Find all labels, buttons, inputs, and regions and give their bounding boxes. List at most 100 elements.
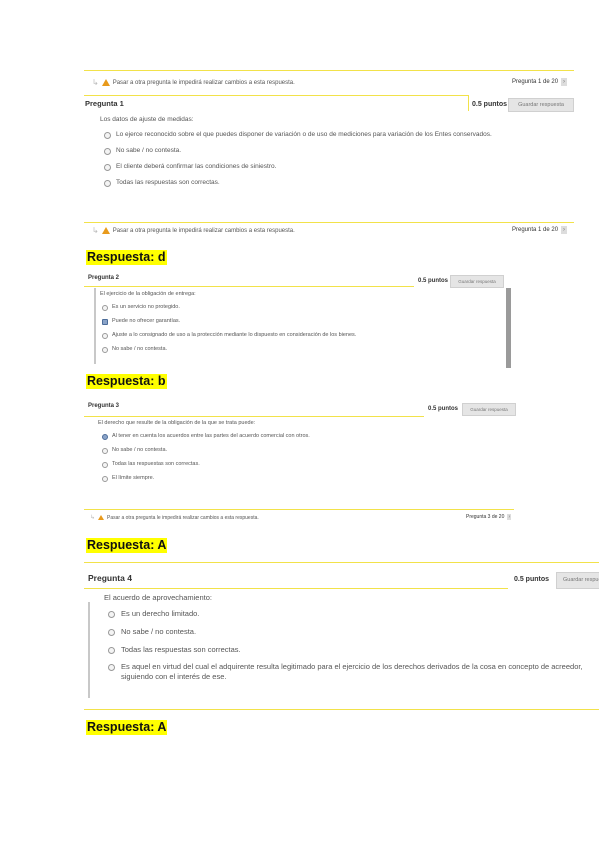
answer-3: Respuesta: A (86, 538, 168, 553)
radio-button[interactable] (102, 476, 108, 482)
bottom-border (84, 709, 599, 710)
points-label: 0.5 puntos (514, 576, 550, 583)
divider-vertical (468, 95, 469, 111)
option-d[interactable]: El límite siempre. (102, 475, 154, 482)
save-answer-button[interactable]: Guardar respuesta (450, 275, 504, 288)
next-icon[interactable]: › (561, 78, 568, 86)
scrollbar[interactable] (506, 288, 511, 368)
option-label: Es un servicio no protegido. (112, 304, 180, 310)
option-label: Al tener en cuenta los acuerdos entre la… (112, 433, 310, 439)
option-label: No sabe / no contesta. (112, 447, 168, 453)
question-text: Los datos de ajuste de medidas: (100, 116, 194, 123)
radio-button[interactable] (102, 462, 108, 468)
points-label: 0.5 puntos (472, 101, 508, 108)
pager-text: Pregunta 3 de 20 (466, 514, 505, 520)
question-title: Pregunta 4 (88, 573, 132, 583)
save-answer-button[interactable]: Guardar respuesta (462, 403, 516, 416)
option-b[interactable]: No sabe / no contesta. (104, 147, 181, 155)
bottom-divider (84, 509, 514, 510)
option-a[interactable]: Es un derecho limitado. (108, 609, 199, 618)
radio-button[interactable] (108, 664, 115, 671)
option-a[interactable]: Lo ejerce reconocido sobre el que puedes… (104, 131, 492, 139)
question-text: El ejercicio de la obligación de entrega… (100, 291, 196, 297)
nav-warning: ↳ Pasar a otra pregunta le impedirá real… (90, 514, 259, 522)
question-4-panel: Pregunta 4 0.5 puntos Guardar respuesta … (84, 562, 599, 710)
option-b[interactable]: No sabe / no contesta. (102, 447, 167, 454)
radio-button[interactable] (102, 333, 108, 339)
option-d[interactable]: No sabe / no contesta. (102, 346, 167, 353)
option-label: No sabe / no contesta. (112, 346, 168, 352)
left-rule (88, 602, 90, 698)
option-label: Lo ejerce reconocido sobre el que puedes… (116, 131, 492, 138)
option-label: Es un derecho limitado. (121, 609, 200, 618)
warning-icon (101, 227, 110, 234)
divider (84, 95, 468, 96)
radio-button[interactable] (104, 148, 111, 155)
option-d[interactable]: Todas las respuestas son correctas. (104, 179, 220, 187)
divider (84, 286, 414, 287)
nav-warning-bottom: ↳ Pasar a otra pregunta le impedirá real… (92, 226, 295, 235)
answer-4: Respuesta: A (86, 720, 168, 735)
save-answer-button[interactable]: Guardar respuesta (556, 572, 599, 589)
pager: Pregunta 3 de 20 › (466, 514, 512, 520)
option-label: No sabe / no contesta. (116, 147, 182, 154)
option-label: Puede no ofrecer garantías. (112, 318, 181, 324)
radio-button[interactable] (108, 629, 115, 636)
option-label: Todas las respuestas son correctas. (112, 461, 200, 467)
radio-button[interactable] (102, 448, 108, 454)
selected-radio-button[interactable] (102, 319, 108, 325)
option-label: El cliente deberá confirmar las condicio… (116, 163, 277, 170)
next-icon[interactable]: › (507, 514, 512, 520)
pager-text: Pregunta 1 de 20 (512, 79, 559, 85)
radio-button[interactable] (108, 611, 115, 618)
question-title: Pregunta 2 (88, 275, 120, 281)
pager-bottom: Pregunta 1 de 20 › (512, 226, 568, 234)
radio-button[interactable] (102, 305, 108, 311)
nav-warning-text: Pasar a otra pregunta le impedirá realiz… (107, 514, 259, 521)
warning-icon (101, 79, 110, 86)
option-label: Ajuste a lo consignado de uso a la prote… (112, 332, 357, 338)
radio-button[interactable] (104, 180, 111, 187)
top-border (84, 562, 599, 563)
option-a[interactable]: Al tener en cuenta los acuerdos entre la… (102, 433, 310, 440)
pager-text: Pregunta 1 de 20 (512, 227, 559, 233)
next-icon[interactable]: › (561, 226, 568, 234)
nav-warning-text: Pasar a otra pregunta le impedirá realiz… (112, 227, 295, 234)
option-d[interactable]: Es aquel en virtud del cual el adquirent… (108, 662, 584, 682)
points-label: 0.5 puntos (418, 278, 449, 284)
radio-button[interactable] (104, 164, 111, 171)
divider (84, 416, 424, 417)
question-title: Pregunta 1 (85, 99, 124, 108)
option-label: No sabe / no contesta. (121, 627, 197, 636)
question-text: El derecho que resulte de la obligación … (98, 420, 256, 426)
arrow-icon: ↳ (90, 515, 96, 521)
radio-button[interactable] (108, 647, 115, 654)
question-1-panel: ↳ Pasar a otra pregunta le impedirá real… (84, 70, 574, 242)
option-b[interactable]: Puede no ofrecer garantías. (102, 318, 180, 325)
question-2-panel: Pregunta 2 0.5 puntos Guardar respuesta … (84, 271, 514, 369)
nav-warning: ↳ Pasar a otra pregunta le impedirá real… (92, 78, 295, 87)
answer-1: Respuesta: d (86, 250, 167, 265)
arrow-icon: ↳ (92, 226, 99, 235)
option-c[interactable]: El cliente deberá confirmar las condicio… (104, 163, 276, 171)
option-label: Es aquel en virtud del cual el adquirent… (121, 662, 583, 681)
divider (84, 588, 508, 589)
option-label: Todas las respuestas son correctas. (121, 645, 241, 654)
radio-button[interactable] (104, 132, 111, 139)
question-3-panel: Pregunta 3 0.5 puntos Guardar respuesta … (84, 397, 516, 527)
bottom-divider (84, 222, 574, 223)
option-a[interactable]: Es un servicio no protegido. (102, 304, 180, 311)
save-answer-button[interactable]: Guardar respuesta (508, 98, 574, 112)
selected-radio-button[interactable] (102, 434, 108, 440)
pager: Pregunta 1 de 20 › (512, 78, 568, 86)
option-c[interactable]: Todas las respuestas son correctas. (102, 461, 200, 468)
nav-warning-text: Pasar a otra pregunta le impedirá realiz… (112, 79, 295, 86)
option-c[interactable]: Ajuste a lo consignado de uso a la prote… (102, 332, 356, 339)
option-c[interactable]: Todas las respuestas son correctas. (108, 645, 241, 654)
option-b[interactable]: No sabe / no contesta. (108, 627, 196, 636)
option-label: Todas las respuestas son correctas. (116, 179, 220, 186)
radio-button[interactable] (102, 347, 108, 353)
points-label: 0.5 puntos (428, 406, 459, 412)
warning-icon (98, 515, 105, 520)
option-label: El límite siempre. (112, 475, 155, 481)
